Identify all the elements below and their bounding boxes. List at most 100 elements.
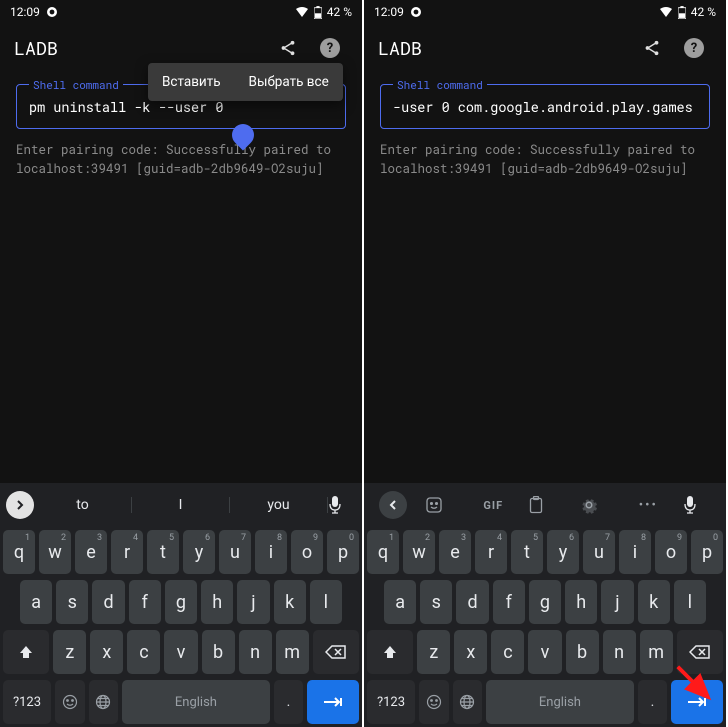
key-o[interactable]: o9: [655, 530, 687, 574]
suggestion-bar: to I you: [0, 483, 362, 527]
suggestion-3[interactable]: you: [230, 497, 328, 513]
mic-icon[interactable]: [328, 496, 356, 514]
backspace-key[interactable]: [313, 630, 359, 674]
suggestion-2[interactable]: I: [132, 497, 230, 513]
key-b[interactable]: b: [566, 630, 599, 674]
key-i[interactable]: i8: [619, 530, 651, 574]
key-row-3: zxcvbnm: [364, 627, 726, 677]
key-s[interactable]: s: [420, 580, 452, 624]
help-icon: ?: [684, 38, 704, 58]
key-y[interactable]: y6: [183, 530, 215, 574]
key-z[interactable]: z: [417, 630, 450, 674]
key-i[interactable]: i8: [255, 530, 287, 574]
period-key[interactable]: .: [638, 680, 668, 724]
key-z[interactable]: z: [53, 630, 86, 674]
key-n[interactable]: n: [603, 630, 636, 674]
key-a[interactable]: a: [384, 580, 416, 624]
key-e[interactable]: e3: [439, 530, 471, 574]
shift-key[interactable]: [367, 630, 413, 674]
key-j[interactable]: j: [237, 580, 269, 624]
notification-dot-icon: [410, 6, 422, 18]
period-key[interactable]: .: [274, 680, 304, 724]
key-v[interactable]: v: [164, 630, 197, 674]
wifi-icon: [295, 6, 309, 18]
key-r[interactable]: r4: [111, 530, 143, 574]
key-g[interactable]: g: [165, 580, 197, 624]
collapse-icon[interactable]: [379, 491, 407, 519]
key-m[interactable]: m: [640, 630, 673, 674]
gif-icon[interactable]: GIF: [476, 499, 510, 512]
key-g[interactable]: g: [529, 580, 561, 624]
app-title: LADB: [14, 36, 58, 60]
key-f[interactable]: f: [493, 580, 525, 624]
key-a[interactable]: a: [20, 580, 52, 624]
key-h[interactable]: h: [565, 580, 597, 624]
key-x[interactable]: x: [90, 630, 123, 674]
help-button[interactable]: ?: [676, 30, 712, 66]
enter-key[interactable]: [671, 680, 723, 724]
key-w[interactable]: w2: [39, 530, 71, 574]
settings-icon[interactable]: [580, 496, 614, 514]
key-b[interactable]: b: [202, 630, 235, 674]
key-l[interactable]: l: [310, 580, 342, 624]
share-button[interactable]: [634, 30, 670, 66]
clock: 12:09: [10, 5, 40, 19]
language-key[interactable]: [89, 680, 119, 724]
backspace-key[interactable]: [677, 630, 723, 674]
space-key[interactable]: English: [122, 680, 270, 724]
key-q[interactable]: q1: [3, 530, 35, 574]
key-p[interactable]: p0: [691, 530, 723, 574]
key-k[interactable]: k: [274, 580, 306, 624]
key-q[interactable]: q1: [367, 530, 399, 574]
key-c[interactable]: c: [491, 630, 524, 674]
menu-paste[interactable]: Вставить: [148, 63, 235, 101]
menu-select-all[interactable]: Выбрать все: [235, 63, 343, 101]
key-l[interactable]: l: [674, 580, 706, 624]
help-button[interactable]: ?: [312, 30, 348, 66]
key-c[interactable]: c: [127, 630, 160, 674]
shell-command-field[interactable]: Shell command: [380, 84, 710, 129]
emoji-key[interactable]: [55, 680, 85, 724]
emoji-key[interactable]: [419, 680, 449, 724]
expand-icon[interactable]: [6, 491, 34, 519]
key-v[interactable]: v: [528, 630, 561, 674]
key-row-2: asdfghjkl: [0, 577, 362, 627]
mic-icon[interactable]: [683, 496, 711, 514]
enter-key[interactable]: [307, 680, 359, 724]
clipboard-icon[interactable]: [528, 496, 562, 514]
key-t[interactable]: t5: [147, 530, 179, 574]
key-e[interactable]: e3: [75, 530, 107, 574]
suggestion-1[interactable]: to: [34, 497, 132, 513]
symbols-key[interactable]: ?123: [367, 680, 415, 724]
share-button[interactable]: [270, 30, 306, 66]
key-m[interactable]: m: [276, 630, 309, 674]
key-u[interactable]: u7: [219, 530, 251, 574]
language-key[interactable]: [453, 680, 483, 724]
key-h[interactable]: h: [201, 580, 233, 624]
clock: 12:09: [374, 5, 404, 19]
shell-input[interactable]: [393, 98, 697, 116]
key-x[interactable]: x: [454, 630, 487, 674]
key-n[interactable]: n: [239, 630, 272, 674]
key-f[interactable]: f: [129, 580, 161, 624]
more-icon[interactable]: •••: [631, 498, 665, 513]
key-s[interactable]: s: [56, 580, 88, 624]
key-row-1: q1w2e3r4t5y6u7i8o9p0: [0, 527, 362, 577]
key-r[interactable]: r4: [475, 530, 507, 574]
status-bar: 12:09 42 %: [364, 0, 726, 24]
space-key[interactable]: English: [486, 680, 634, 724]
key-p[interactable]: p0: [327, 530, 359, 574]
key-d[interactable]: d: [92, 580, 124, 624]
key-w[interactable]: w2: [403, 530, 435, 574]
key-d[interactable]: d: [456, 580, 488, 624]
shift-key[interactable]: [3, 630, 49, 674]
key-u[interactable]: u7: [583, 530, 615, 574]
key-j[interactable]: j: [601, 580, 633, 624]
key-k[interactable]: k: [638, 580, 670, 624]
status-bar: 12:09 42 %: [0, 0, 362, 24]
sticker-icon[interactable]: [425, 496, 459, 514]
key-y[interactable]: y6: [547, 530, 579, 574]
key-t[interactable]: t5: [511, 530, 543, 574]
key-o[interactable]: o9: [291, 530, 323, 574]
symbols-key[interactable]: ?123: [3, 680, 51, 724]
